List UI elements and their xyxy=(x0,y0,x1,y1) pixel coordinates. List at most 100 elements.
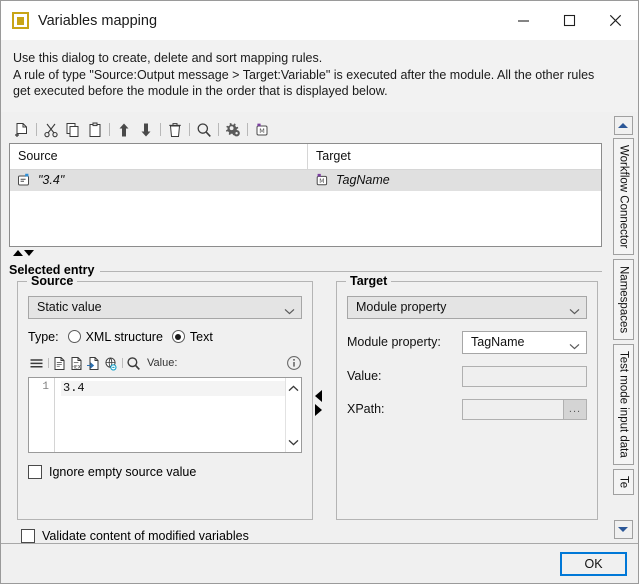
scroll-down-icon[interactable] xyxy=(288,435,299,449)
module-property-row: Module property: TagName xyxy=(347,331,587,354)
new-rule-icon[interactable] xyxy=(11,119,33,141)
ignore-empty-source-checkbox[interactable] xyxy=(28,465,42,479)
splitter-collapse-down-icon[interactable] xyxy=(24,250,34,256)
link-document-icon[interactable] xyxy=(102,355,119,372)
ignore-empty-source-label[interactable]: Ignore empty source value xyxy=(49,465,196,479)
instructions-line-3: get executed before the module in the or… xyxy=(13,83,626,100)
text-document-icon[interactable] xyxy=(51,355,68,372)
variables-mapping-dialog: Variables mapping Use this dialog to cre… xyxy=(0,0,639,584)
target-kind-select[interactable]: Module property xyxy=(347,296,587,319)
window-title: Variables mapping xyxy=(38,13,157,29)
paste-icon[interactable] xyxy=(84,119,106,141)
radio-xml-structure[interactable] xyxy=(68,330,81,343)
instructions-text: Use this dialog to create, delete and so… xyxy=(1,40,638,112)
target-panel: Target Module property Module property: … xyxy=(336,281,598,521)
svg-text:M: M xyxy=(259,127,265,135)
main-content: M Source Target xyxy=(1,112,608,544)
rules-toolbar: M xyxy=(9,117,606,143)
mapping-rules-table[interactable]: Source Target xyxy=(9,143,602,247)
cell-target-text: TagName xyxy=(336,173,390,187)
cell-source-text: "3.4" xyxy=(38,173,64,187)
info-circle-icon[interactable] xyxy=(286,355,302,371)
source-type-label: Type: xyxy=(28,330,59,344)
target-value-row: Value: xyxy=(347,366,587,387)
validate-label[interactable]: Validate content of modified variables xyxy=(42,529,249,543)
delete-icon[interactable] xyxy=(164,119,186,141)
copy-icon[interactable] xyxy=(62,119,84,141)
import-document-icon[interactable] xyxy=(85,355,102,372)
validate-checkbox[interactable] xyxy=(21,529,35,543)
toolbar-separator xyxy=(244,123,251,137)
cell-source[interactable]: "3.4" xyxy=(10,170,308,191)
editor-code-area[interactable]: 3.4 xyxy=(55,378,285,452)
window-controls xyxy=(500,1,638,40)
module-tag-icon[interactable]: M xyxy=(251,119,273,141)
module-property-select[interactable]: TagName xyxy=(462,331,587,354)
menu-hamburger-icon[interactable] xyxy=(28,355,45,372)
dialog-body: M Source Target xyxy=(1,112,638,544)
selected-entry-panes: Source Static value Type: XML structure xyxy=(9,272,602,521)
move-down-icon[interactable] xyxy=(135,119,157,141)
svg-text:HEX: HEX xyxy=(72,364,81,370)
chevron-down-icon xyxy=(569,339,580,346)
ok-button[interactable]: OK xyxy=(560,552,627,576)
cut-icon[interactable] xyxy=(40,119,62,141)
search-icon[interactable] xyxy=(193,119,215,141)
source-panel-title: Source xyxy=(27,274,77,288)
radio-text-label[interactable]: Text xyxy=(190,330,213,344)
side-tab-namespaces[interactable]: Namespaces xyxy=(613,259,634,340)
toolbar-separator xyxy=(215,123,222,137)
xpath-browse-button[interactable]: ... xyxy=(563,400,586,419)
radio-xml-structure-label[interactable]: XML structure xyxy=(86,330,163,344)
editor-line-1[interactable]: 3.4 xyxy=(61,381,285,396)
ignore-empty-source-row[interactable]: Ignore empty source value xyxy=(28,465,302,479)
side-tab-partial[interactable]: Te xyxy=(613,469,634,495)
toolbar-separator xyxy=(157,123,164,137)
splitter-collapse-up-icon[interactable] xyxy=(13,250,23,256)
target-kind-value: Module property xyxy=(356,300,569,314)
column-header-source[interactable]: Source xyxy=(10,144,308,170)
minimize-button[interactable] xyxy=(500,1,546,40)
splitter-collapse-left-icon[interactable] xyxy=(315,390,322,402)
splitter-collapse-right-icon[interactable] xyxy=(315,404,322,416)
table-row[interactable]: "3.4" M TagName xyxy=(10,170,601,191)
table-splitter[interactable] xyxy=(9,247,606,259)
instructions-line-1: Use this dialog to create, delete and so… xyxy=(13,50,626,67)
editor-scrollbar[interactable] xyxy=(285,378,301,452)
table-body: "3.4" M TagName xyxy=(10,170,601,246)
side-tab-test-mode-input-data[interactable]: Test mode input data xyxy=(613,344,634,465)
value-editor-toolbar: HEX xyxy=(28,353,302,374)
toolbar-separator xyxy=(106,123,113,137)
source-type-row: Type: XML structure Text xyxy=(28,330,302,344)
module-property-icon: M xyxy=(315,173,330,188)
target-xpath-input[interactable] xyxy=(463,400,563,419)
toolbar-separator xyxy=(186,123,193,137)
target-panel-title: Target xyxy=(346,274,391,288)
validate-row[interactable]: Validate content of modified variables xyxy=(21,529,602,543)
close-button[interactable] xyxy=(592,1,638,40)
hex-document-icon[interactable]: HEX xyxy=(68,355,85,372)
side-tabs-scroll-down-button[interactable] xyxy=(614,520,633,539)
dialog-footer: OK xyxy=(1,543,638,583)
maximize-button[interactable] xyxy=(546,1,592,40)
source-kind-value: Static value xyxy=(37,300,284,314)
side-tab-workflow-connector[interactable]: Workflow Connector xyxy=(613,138,634,255)
arrow-down-icon xyxy=(618,527,628,532)
source-kind-select[interactable]: Static value xyxy=(28,296,302,319)
target-value-input[interactable] xyxy=(462,366,587,387)
move-up-icon[interactable] xyxy=(113,119,135,141)
scroll-up-icon[interactable] xyxy=(288,381,299,395)
cell-target[interactable]: M TagName xyxy=(308,170,601,191)
value-label: Value: xyxy=(147,357,177,369)
target-value-label: Value: xyxy=(347,369,462,383)
column-header-target[interactable]: Target xyxy=(308,144,601,170)
radio-text[interactable] xyxy=(172,330,185,343)
value-editor[interactable]: 1 3.4 xyxy=(28,377,302,453)
module-property-value: TagName xyxy=(471,335,569,349)
side-tabs-scroll-up-button[interactable] xyxy=(614,116,633,135)
search-icon[interactable] xyxy=(125,355,142,372)
window-module-icon xyxy=(12,12,29,29)
target-xpath-field[interactable]: ... xyxy=(462,399,587,420)
source-target-splitter[interactable] xyxy=(313,281,324,521)
settings-gears-icon[interactable] xyxy=(222,119,244,141)
